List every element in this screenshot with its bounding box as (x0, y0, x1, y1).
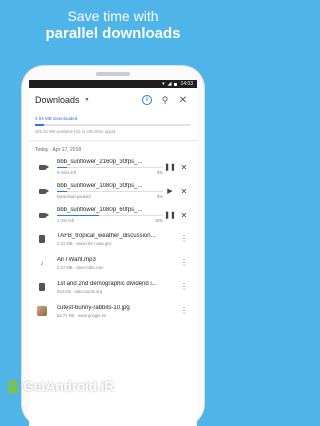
download-percent: 40% (154, 218, 163, 224)
chevron-down-icon[interactable]: ▼ (85, 97, 90, 103)
file-name: bbb_sunflower_2160p_30fps_... (57, 158, 143, 165)
more-vert-icon: ⋮ (180, 234, 188, 243)
signal-icon: ◢ (167, 81, 172, 87)
download-item[interactable]: TAFB_tropical_weather_discussion... 2.31… (29, 227, 197, 251)
download-item[interactable]: bbb_sunflower_2160p_30fps_... 5 mins lef… (29, 155, 197, 179)
document-icon (35, 235, 49, 243)
close-icon: ✕ (180, 210, 188, 220)
video-file-icon (35, 212, 49, 218)
pause-button[interactable]: ❚❚ (163, 163, 177, 171)
download-progress-fill (57, 214, 100, 217)
info-icon: i (142, 95, 152, 105)
download-progress (57, 190, 163, 193)
file-name: cutest-bunny-rabbits-10.jpg (57, 304, 130, 311)
video-file-icon (35, 164, 49, 170)
image-thumbnail (35, 306, 49, 316)
watermark-text: GetAndroid.iR (23, 378, 114, 394)
download-percent: 9% (156, 194, 163, 200)
file-detail: 2.31 MB · www.nhc.noaa.gov (57, 240, 112, 246)
download-progress-fill (57, 190, 67, 193)
promo-line-2: parallel downloads (45, 25, 181, 42)
file-name: All I Want.mp3 (57, 256, 96, 263)
search-button[interactable]: ⚲ (157, 92, 173, 108)
resume-button[interactable]: ▶ (163, 187, 177, 195)
more-options-button[interactable]: ⋮ (177, 259, 191, 267)
more-options-button[interactable]: ⋮ (177, 283, 191, 291)
close-icon: ✕ (180, 162, 188, 172)
file-detail: 2.27 MB · dora-robo.com (57, 264, 104, 270)
pause-button[interactable]: ❚❚ (163, 211, 177, 219)
search-icon: ⚲ (161, 94, 169, 105)
storage-summary: 4.94 MB downloaded 469.32 MB available (… (29, 112, 197, 141)
download-item[interactable]: bbb_sunflower_1080p_60fps_... 1 min left… (29, 203, 197, 227)
file-name: 1st and 2nd demographic dividend i... (57, 280, 157, 287)
download-item[interactable]: ♪ All I Want.mp3 2.27 MB · dora-robo.com… (29, 251, 197, 275)
page-title: Downloads (35, 95, 80, 105)
phone-frame: ▾ ◢ 14:03 Downloads ▼ i ⚲ ✕ 4.94 MB down… (22, 66, 204, 426)
music-note-icon: ♪ (40, 259, 44, 267)
download-item[interactable]: 1st and 2nd demographic dividend i... 52… (29, 275, 197, 299)
pause-icon: ❚❚ (164, 164, 176, 171)
more-vert-icon: ⋮ (180, 306, 188, 315)
cancel-button[interactable]: ✕ (177, 211, 191, 220)
storage-bar (35, 124, 191, 126)
more-vert-icon: ⋮ (180, 282, 188, 291)
document-icon (35, 283, 49, 291)
video-file-icon (35, 188, 49, 194)
file-name: bbb_sunflower_1080p_30fps_... (57, 182, 143, 189)
storage-bar-fill (35, 124, 45, 126)
download-item[interactable]: bbb_sunflower_1080p_30fps_... Download p… (29, 179, 197, 203)
download-status: 5 mins left (57, 170, 77, 176)
download-item[interactable]: cutest-bunny-rabbits-10.jpg 62.71 KB · w… (29, 299, 197, 323)
file-detail: 62.71 KB · www.google.ee (57, 312, 107, 318)
status-bar: ▾ ◢ 14:03 (29, 80, 197, 88)
promo-line-1: Save time with (67, 8, 159, 24)
phone-screen: ▾ ◢ 14:03 Downloads ▼ i ⚲ ✕ 4.94 MB down… (29, 80, 197, 426)
download-progress-fill (57, 166, 67, 169)
more-options-button[interactable]: ⋮ (177, 235, 191, 243)
watermark: GetAndroid.iR (6, 378, 114, 394)
battery-icon (174, 82, 178, 86)
promo-header: Save time with parallel downloads (0, 8, 226, 43)
download-status: Download paused (57, 194, 91, 200)
download-progress (57, 214, 163, 217)
storage-downloaded: 4.94 MB downloaded (35, 116, 78, 121)
close-icon: ✕ (180, 186, 188, 196)
storage-detail: 469.32 MB available (52.11 GB other apps… (35, 129, 116, 134)
close-button[interactable]: ✕ (175, 92, 191, 108)
status-time: 14:03 (180, 81, 193, 87)
pause-icon: ❚❚ (164, 212, 176, 219)
file-name: TAFB_tropical_weather_discussion... (57, 232, 156, 239)
phone-speaker (96, 72, 130, 76)
date-header: Today - Apr 17, 2018 (35, 147, 82, 153)
file-detail: 524 KB · ntaccounts.org (57, 288, 102, 294)
file-name: bbb_sunflower_1080p_60fps_... (57, 206, 143, 213)
cancel-button[interactable]: ✕ (177, 163, 191, 172)
cancel-button[interactable]: ✕ (177, 187, 191, 196)
download-status: 1 min left (57, 218, 74, 224)
app-bar: Downloads ▼ i ⚲ ✕ (29, 88, 197, 112)
close-icon: ✕ (178, 94, 188, 106)
more-vert-icon: ⋮ (180, 258, 188, 267)
wifi-icon: ▾ (162, 81, 165, 87)
android-logo-icon (6, 379, 20, 393)
play-icon: ▶ (167, 188, 173, 195)
info-button[interactable]: i (139, 92, 155, 108)
download-percent: 9% (156, 170, 163, 176)
more-options-button[interactable]: ⋮ (177, 307, 191, 315)
download-progress (57, 166, 163, 169)
